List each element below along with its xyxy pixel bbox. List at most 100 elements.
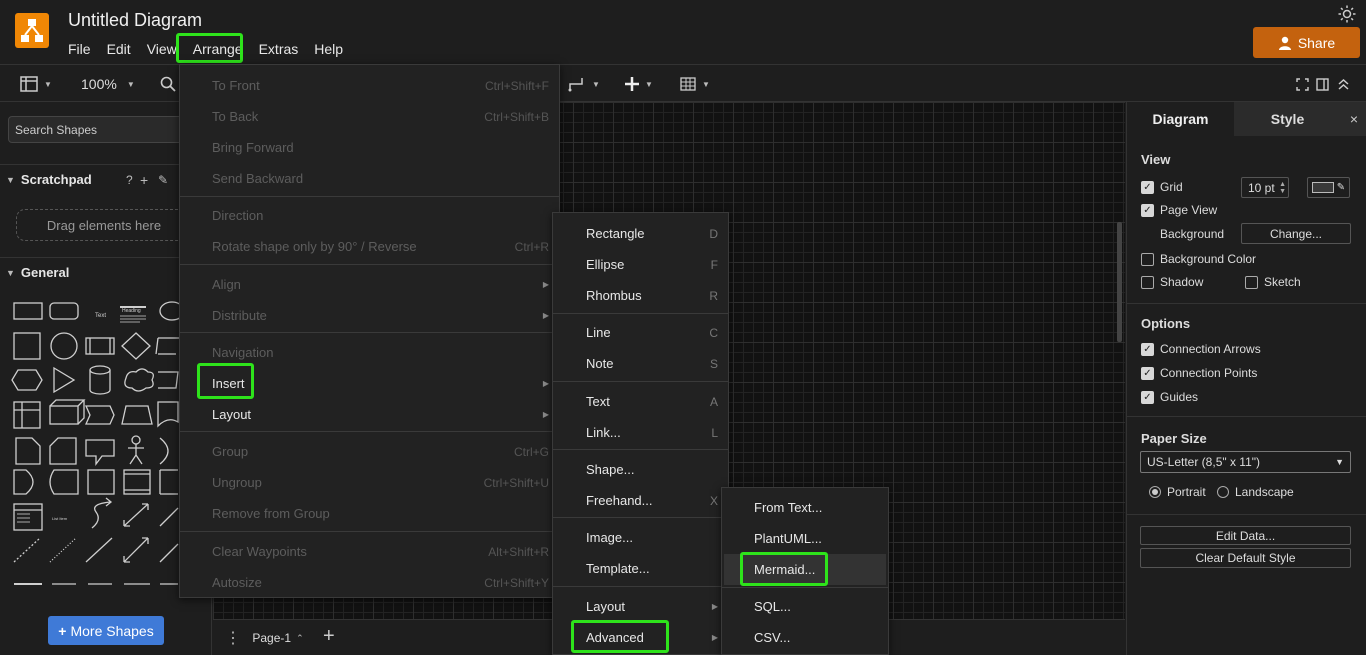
more-shapes-button[interactable]: + More Shapes <box>48 616 164 645</box>
arrange-item-direction[interactable]: Direction <box>180 200 559 231</box>
menu-separator <box>180 332 559 333</box>
arrange-item-ungroup[interactable]: Ungroup Ctrl+Shift+U <box>180 467 559 498</box>
mermaid-highlight <box>740 552 828 586</box>
close-icon[interactable]: × <box>1341 102 1366 136</box>
page-menu-icon[interactable]: ⋮ <box>225 628 241 648</box>
table-button[interactable]: ▼ <box>680 65 710 103</box>
share-label: Share <box>1297 34 1336 51</box>
arrange-item-send-backward[interactable]: Send Backward <box>180 163 559 194</box>
menu-help[interactable]: Help <box>306 38 351 62</box>
change-background-button[interactable]: Change... <box>1241 223 1351 244</box>
edit-data-button[interactable]: Edit Data... <box>1140 526 1351 545</box>
page-tab-label: Page-1 <box>252 631 292 645</box>
landscape-radio[interactable]: Landscape <box>1217 485 1294 499</box>
shadow-checkbox[interactable]: Shadow <box>1141 275 1203 289</box>
share-button[interactable]: Share <box>1253 27 1360 58</box>
paper-size-select[interactable]: US-Letter (8,5" x 11") ▼ <box>1140 451 1351 473</box>
grid-color-button[interactable]: ✎ <box>1307 177 1350 198</box>
waypoints-button[interactable]: ▼ <box>568 65 600 103</box>
stepper-icon[interactable]: ▲ ▼ <box>1279 181 1286 195</box>
add-page-icon[interactable]: + <box>323 625 335 648</box>
menu-item-label: Clear Waypoints <box>212 544 307 559</box>
menu-item-label: Autosize <box>212 575 262 590</box>
arrange-item-align[interactable]: Align ▶ <box>180 269 559 300</box>
insert-item-ellipse[interactable]: Ellipse F <box>553 249 728 280</box>
menu-edit[interactable]: Edit <box>99 38 139 62</box>
arrange-item-rotate-shape-only-by-90-reverse[interactable]: Rotate shape only by 90° / Reverse Ctrl+R <box>180 231 559 262</box>
heading-shape-sample: Heading <box>122 308 141 314</box>
insert-item-rectangle[interactable]: Rectangle D <box>553 218 728 249</box>
arrange-item-distribute[interactable]: Distribute ▶ <box>180 300 559 331</box>
background-color-checkbox[interactable]: Background Color <box>1141 252 1256 266</box>
diagram-title[interactable]: Untitled Diagram <box>68 10 202 31</box>
insert-item-shape[interactable]: Shape... <box>553 454 728 485</box>
advanced-item-plantuml[interactable]: PlantUML... <box>722 523 888 554</box>
insert-item-template[interactable]: Template... <box>553 553 728 584</box>
connection-points-label: Connection Points <box>1160 366 1258 380</box>
tab-style[interactable]: Style <box>1234 102 1341 136</box>
help-icon[interactable]: ? <box>126 173 133 187</box>
general-shapes-palette[interactable]: Text Heading List Item <box>10 298 180 598</box>
collapse-button[interactable] <box>1337 65 1350 103</box>
menu-item-label: Distribute <box>212 308 267 323</box>
tab-diagram[interactable]: Diagram <box>1127 102 1234 136</box>
toggle-panel-button[interactable] <box>1316 65 1329 103</box>
clear-default-style-button[interactable]: Clear Default Style <box>1140 548 1351 568</box>
scratchpad-title: Scratchpad <box>20 172 92 187</box>
insert-item-layout[interactable]: Layout ▶ <box>553 591 728 622</box>
menu-item-label: Freehand... <box>586 493 653 508</box>
arrange-item-bring-forward[interactable]: Bring Forward <box>180 132 559 163</box>
insert-item-freehand[interactable]: Freehand... X <box>553 485 728 516</box>
arrange-item-layout[interactable]: Layout ▶ <box>180 399 559 430</box>
chevron-down-icon: ▼ <box>1335 457 1344 467</box>
insert-item-link[interactable]: Link... L <box>553 417 728 448</box>
menu-item-label: Rectangle <box>586 226 645 241</box>
insert-button[interactable]: ▼ <box>625 65 653 103</box>
menu-item-label: Line <box>586 325 611 340</box>
advanced-item-from-text[interactable]: From Text... <box>722 492 888 523</box>
edit-icon[interactable]: ✎ <box>158 173 168 187</box>
scratchpad-dropzone[interactable]: Drag elements here <box>16 209 192 241</box>
insert-item-text[interactable]: Text A <box>553 386 728 417</box>
advanced-item-sql[interactable]: SQL... <box>722 591 888 622</box>
expand-triangle-icon: ▼ <box>6 174 15 185</box>
advanced-item-csv[interactable]: CSV... <box>722 622 888 653</box>
insert-item-line[interactable]: Line C <box>553 317 728 348</box>
arrange-item-clear-waypoints[interactable]: Clear Waypoints Alt+Shift+R <box>180 536 559 567</box>
checkbox-empty <box>1141 275 1154 289</box>
user-icon <box>1278 36 1291 50</box>
arrange-item-autosize[interactable]: Autosize Ctrl+Shift+Y <box>180 567 559 598</box>
add-icon[interactable]: + <box>140 172 148 188</box>
portrait-radio[interactable]: Portrait <box>1149 485 1206 499</box>
sketch-checkbox[interactable]: Sketch <box>1245 275 1301 289</box>
arrange-item-to-back[interactable]: To Back Ctrl+Shift+B <box>180 101 559 132</box>
menu-separator <box>553 517 728 518</box>
insert-item-rhombus[interactable]: Rhombus R <box>553 280 728 311</box>
connection-points-checkbox[interactable]: ✓ Connection Points <box>1141 366 1257 380</box>
arrange-item-to-front[interactable]: To Front Ctrl+Shift+F <box>180 70 559 101</box>
grid-size-input[interactable]: 10 pt ▲ ▼ <box>1241 177 1289 198</box>
menu-extras[interactable]: Extras <box>251 38 307 62</box>
plus-icon: + <box>58 622 67 639</box>
insert-item-image[interactable]: Image... <box>553 522 728 553</box>
fullscreen-button[interactable] <box>1296 65 1309 103</box>
vertical-scrollbar[interactable] <box>1117 222 1122 342</box>
insert-item-note[interactable]: Note S <box>553 348 728 379</box>
page-view-checkbox[interactable]: ✓ Page View <box>1141 203 1217 217</box>
divider <box>1127 514 1366 515</box>
page-tab-page-1[interactable]: Page-1 ⌃ <box>243 620 313 655</box>
arrange-item-group[interactable]: Group Ctrl+G <box>180 436 559 467</box>
shadow-label: Shadow <box>1160 275 1204 289</box>
connection-arrows-label: Connection Arrows <box>1160 342 1261 356</box>
connection-arrows-checkbox[interactable]: ✓ Connection Arrows <box>1141 342 1261 356</box>
zoom-select[interactable]: 100% ▼ <box>81 65 135 103</box>
search-input[interactable]: Search Shapes <box>8 116 188 143</box>
sun-icon[interactable] <box>1338 5 1356 23</box>
zoom-in-button[interactable] <box>160 65 176 103</box>
grid-checkbox[interactable]: ✓ Grid <box>1141 180 1183 194</box>
arrange-item-remove-from-group[interactable]: Remove from Group <box>180 498 559 529</box>
guides-checkbox[interactable]: ✓ Guides <box>1141 390 1198 404</box>
background-label: Background <box>1160 227 1225 241</box>
format-panel-toggle[interactable]: ▼ <box>20 65 52 103</box>
menu-file[interactable]: File <box>60 38 99 62</box>
